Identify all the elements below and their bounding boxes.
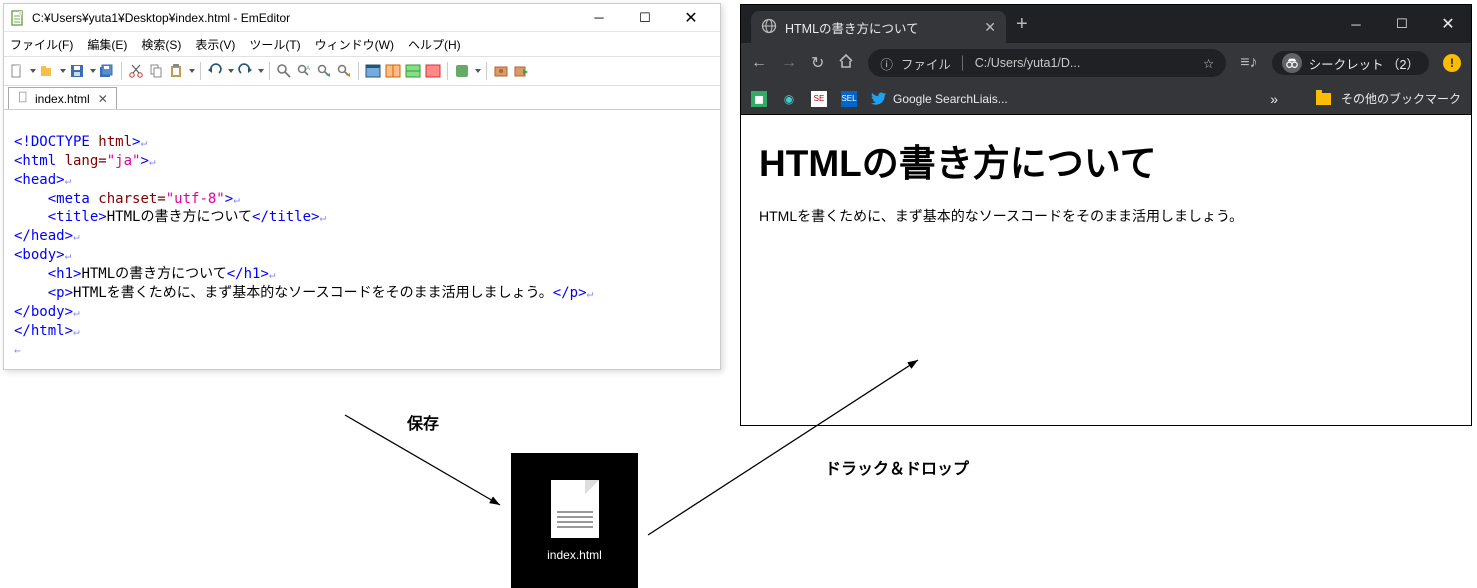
address-sep: │ <box>959 56 967 70</box>
browser-window-controls: ─ ☐ ✕ <box>1333 5 1471 43</box>
bookmark-item[interactable]: SE <box>811 91 827 107</box>
other-bookmarks[interactable]: その他のブックマーク <box>1316 90 1461 107</box>
paste-icon[interactable] <box>167 61 185 81</box>
address-path: C:/Users/yuta1/D... <box>975 56 1081 70</box>
browser-tab-close-icon[interactable]: ✕ <box>984 19 996 36</box>
editor-tab[interactable]: index.html ✕ <box>8 87 117 109</box>
file-icon <box>17 90 30 107</box>
address-bar[interactable]: ⓘ ファイル │ C:/Users/yuta1/D... ☆ <box>868 49 1226 77</box>
bookmark-item[interactable]: ◼ <box>751 91 767 107</box>
bookmark-item[interactable]: ◉ <box>781 91 797 107</box>
editor-window: C:¥Users¥yuta1¥Desktop¥index.html - EmEd… <box>3 3 721 370</box>
editor-tab-bar: index.html ✕ <box>4 86 720 110</box>
bm-sel-icon: SEL <box>841 91 857 107</box>
bm-se-icon: SE <box>811 91 827 107</box>
menu-window[interactable]: ウィンドウ(W) <box>315 36 394 53</box>
find-next-icon[interactable]: A <box>295 61 313 81</box>
undo-icon[interactable] <box>206 61 224 81</box>
browser-tab[interactable]: HTMLの書き方について ✕ <box>751 11 1006 43</box>
svg-text:A: A <box>306 66 310 72</box>
document-icon <box>551 480 599 538</box>
run-macro-icon[interactable] <box>512 61 530 81</box>
browser-tab-strip: HTMLの書き方について ✕ + ─ ☐ ✕ <box>741 5 1471 43</box>
bm-icon1: ◼ <box>751 91 767 107</box>
twitter-icon <box>871 91 887 107</box>
new-tab-button[interactable]: + <box>1016 13 1028 36</box>
menu-file[interactable]: ファイル(F) <box>10 36 73 53</box>
new-file-icon[interactable] <box>8 61 26 81</box>
open-file-icon[interactable] <box>38 61 56 81</box>
star-icon[interactable]: ☆ <box>1203 56 1214 71</box>
menu-view[interactable]: 表示(V) <box>195 36 235 53</box>
close-button[interactable]: ✕ <box>668 4 714 32</box>
info-icon: ⓘ <box>880 54 893 73</box>
editor-title-bar[interactable]: C:¥Users¥yuta1¥Desktop¥index.html - EmEd… <box>4 4 720 32</box>
other-bookmarks-label: その他のブックマーク <box>1341 90 1461 107</box>
plugin1-icon[interactable] <box>453 61 471 81</box>
forward-button[interactable]: → <box>781 54 797 72</box>
bookmark-label: Google SearchLiais... <box>893 92 1008 106</box>
reload-button[interactable]: ↻ <box>811 53 824 73</box>
editor-tab-close-icon[interactable]: ✕ <box>98 92 108 106</box>
arrow-dragdrop <box>638 350 938 550</box>
globe-icon <box>761 18 777 37</box>
copy-icon[interactable] <box>147 61 165 81</box>
editor-toolbar: A <box>4 57 720 86</box>
profile-badge[interactable]: ! <box>1443 54 1461 72</box>
save-all-icon[interactable] <box>98 61 116 81</box>
bookmarks-bar: ◼ ◉ SE SEL Google SearchLiais... » その他のブ… <box>741 83 1471 115</box>
layout1-icon[interactable] <box>364 61 382 81</box>
media-icon[interactable]: ≡♪ <box>1240 54 1257 72</box>
incognito-indicator[interactable]: シークレット （2） <box>1272 51 1429 75</box>
editor-tab-name: index.html <box>35 92 90 106</box>
menu-tools[interactable]: ツール(T) <box>249 36 300 53</box>
editor-title-text: C:¥Users¥yuta1¥Desktop¥index.html - EmEd… <box>32 11 576 25</box>
menu-help[interactable]: ヘルプ(H) <box>408 36 461 53</box>
incognito-text: シークレット （2） <box>1309 54 1419 73</box>
browser-tab-title: HTMLの書き方について <box>785 18 919 37</box>
page-heading: HTMLの書き方について <box>759 133 1453 187</box>
browser-close-button[interactable]: ✕ <box>1425 5 1471 43</box>
find-icon[interactable] <box>275 61 293 81</box>
bookmark-item[interactable]: SEL <box>841 91 857 107</box>
bm-icon2: ◉ <box>781 91 797 107</box>
maximize-button[interactable]: ☐ <box>622 4 668 32</box>
editor-window-controls: ─ ☐ ✕ <box>576 4 714 32</box>
layout3-icon[interactable] <box>404 61 422 81</box>
folder-icon <box>1316 93 1331 105</box>
browser-toolbar: ← → ↻ ⓘ ファイル │ C:/Users/yuta1/D... ☆ ≡♪ … <box>741 43 1471 83</box>
home-button[interactable] <box>838 53 854 74</box>
back-button[interactable]: ← <box>751 54 767 72</box>
menu-edit[interactable]: 編集(E) <box>87 36 127 53</box>
editor-app-icon <box>10 10 26 26</box>
editor-code-area[interactable]: <!DOCTYPE html>↵ <html lang="ja">↵ <head… <box>4 110 720 384</box>
file-icon-tile[interactable]: index.html <box>511 453 638 588</box>
find-prev-icon[interactable] <box>315 61 333 81</box>
bookmarks-overflow[interactable]: » <box>1270 91 1278 107</box>
layout2-icon[interactable] <box>384 61 402 81</box>
cut-icon[interactable] <box>127 61 145 81</box>
menu-search[interactable]: 検索(S) <box>141 36 181 53</box>
file-name-label: index.html <box>547 548 602 562</box>
bookmark-item-twitter[interactable]: Google SearchLiais... <box>871 91 1008 107</box>
macro-icon[interactable] <box>492 61 510 81</box>
browser-maximize-button[interactable]: ☐ <box>1379 5 1425 43</box>
replace-icon[interactable] <box>335 61 353 81</box>
minimize-button[interactable]: ─ <box>576 4 622 32</box>
rendered-page: HTMLの書き方について HTMLを書くために、まず基本的なソースコードをそのま… <box>741 115 1471 247</box>
save-icon[interactable] <box>68 61 86 81</box>
layout4-icon[interactable] <box>424 61 442 81</box>
page-paragraph: HTMLを書くために、まず基本的なソースコードをそのまま活用しましょう。 <box>759 205 1453 229</box>
address-label: ファイル <box>901 54 951 73</box>
incognito-icon <box>1282 53 1302 73</box>
editor-menu-bar: ファイル(F) 編集(E) 検索(S) 表示(V) ツール(T) ウィンドウ(W… <box>4 32 720 57</box>
arrow-save <box>340 410 530 520</box>
redo-icon[interactable] <box>236 61 254 81</box>
browser-minimize-button[interactable]: ─ <box>1333 5 1379 43</box>
